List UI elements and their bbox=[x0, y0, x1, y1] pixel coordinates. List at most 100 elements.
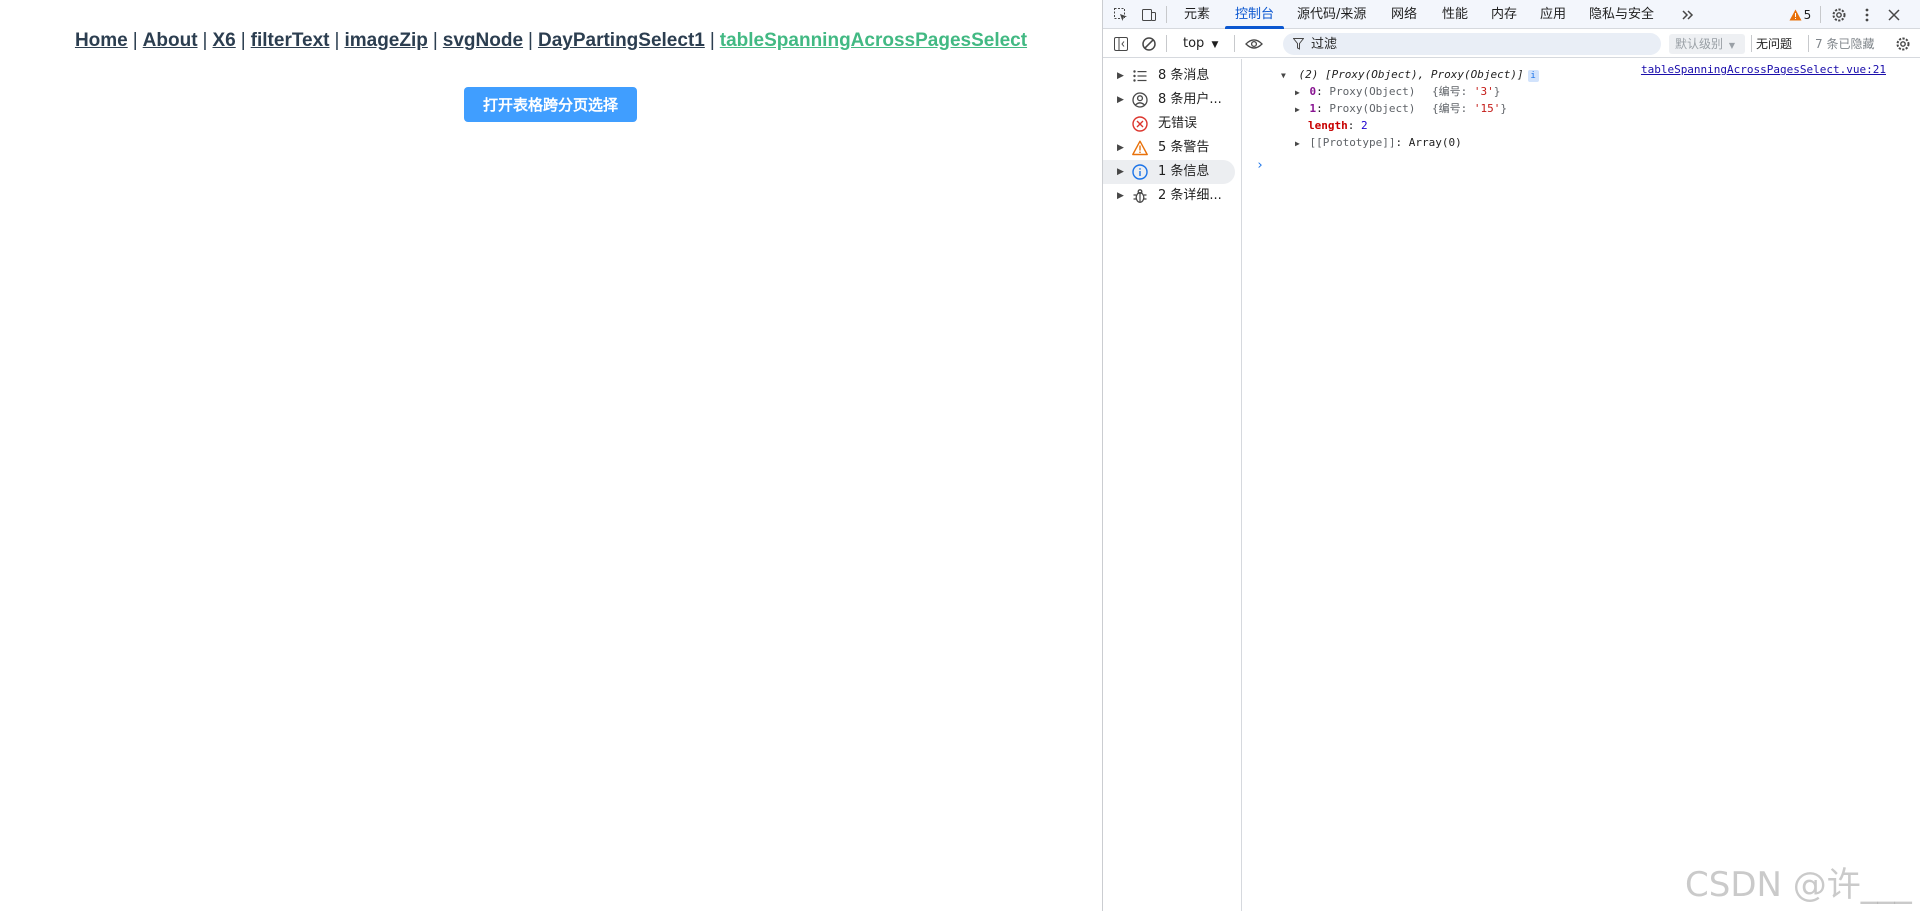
tab-sources[interactable]: 源代码/来源 bbox=[1297, 0, 1366, 29]
chevron-down-icon: ▼ bbox=[1728, 41, 1735, 50]
console-toolbar: top ▼ 默认级别 ▼ 无问题 7 条已隐藏 bbox=[1103, 30, 1920, 58]
warning-icon bbox=[1132, 140, 1148, 156]
nav-separator: | bbox=[709, 30, 715, 51]
sidebar-item-label: 2 条详细... bbox=[1158, 188, 1222, 203]
warning-icon bbox=[1789, 9, 1802, 21]
collapse-arrow-icon[interactable]: ▼ bbox=[1281, 71, 1286, 80]
open-table-select-button[interactable]: 打开表格跨分页选择 bbox=[464, 87, 637, 122]
nav-link-home[interactable]: Home bbox=[75, 30, 128, 51]
tab-console[interactable]: 控制台 bbox=[1224, 0, 1285, 29]
error-icon bbox=[1132, 116, 1148, 132]
expand-arrow-icon[interactable]: ▶ bbox=[1117, 64, 1124, 88]
nav-link-tablespanning[interactable]: tableSpanningAcrossPagesSelect bbox=[720, 30, 1027, 51]
divider bbox=[1166, 35, 1167, 52]
nav-link-filtertext[interactable]: filterText bbox=[251, 30, 330, 51]
tab-privacy-security[interactable]: 隐私与安全 bbox=[1589, 0, 1654, 29]
expand-arrow-icon[interactable]: ▶ bbox=[1117, 136, 1124, 160]
nav-link-daypartingselect1[interactable]: DayPartingSelect1 bbox=[538, 30, 705, 51]
preview-key: 编号 bbox=[1438, 102, 1461, 115]
sidebar-item-label: 8 条用户... bbox=[1158, 92, 1222, 107]
warning-count: 5 bbox=[1803, 8, 1812, 22]
sidebar-item-user-messages[interactable]: ▶ 8 条用户... bbox=[1103, 88, 1235, 112]
issues-button[interactable]: 无问题 bbox=[1756, 34, 1792, 54]
sidebar-item-warnings[interactable]: ▶ 5 条警告 bbox=[1103, 136, 1235, 160]
warnings-counter[interactable]: 5 bbox=[1785, 5, 1815, 25]
preview-value: '3' bbox=[1473, 85, 1494, 98]
length-value: 2 bbox=[1361, 119, 1368, 132]
hidden-messages-count: 7 条已隐藏 bbox=[1815, 37, 1875, 51]
sidebar-item-messages[interactable]: ▶ 8 条消息 bbox=[1103, 64, 1235, 88]
log-entry-array[interactable]: ▼ (2) [Proxy(Object), Proxy(Object)] i bbox=[1281, 66, 1539, 84]
sidebar-item-label: 8 条消息 bbox=[1158, 68, 1210, 83]
length-key: length bbox=[1308, 119, 1348, 132]
console-settings-icon[interactable] bbox=[1893, 34, 1913, 54]
array-prototype[interactable]: ▶ [[Prototype]]: Array(0) bbox=[1295, 134, 1462, 152]
array-item-0[interactable]: ▶ 0: Proxy(Object) {编号: '3'} bbox=[1295, 83, 1500, 101]
tab-network[interactable]: 网络 bbox=[1391, 0, 1417, 29]
bug-icon bbox=[1133, 189, 1147, 203]
nav-separator: | bbox=[202, 30, 208, 51]
info-badge-icon[interactable]: i bbox=[1527, 70, 1539, 82]
tab-memory[interactable]: 内存 bbox=[1491, 0, 1517, 29]
live-expression-eye-icon[interactable] bbox=[1244, 34, 1264, 54]
sidebar-item-label: 无错误 bbox=[1158, 116, 1198, 131]
nav-separator: | bbox=[240, 30, 246, 51]
preview-value: '15' bbox=[1473, 102, 1501, 115]
console-sidebar: ▶ 8 条消息 ▶ 8 条用户... 无错误 ▶ 5 条警告 ▶ 1 条信息 ▶… bbox=[1103, 59, 1242, 911]
divider bbox=[1166, 6, 1167, 23]
expand-arrow-icon[interactable]: ▶ bbox=[1117, 184, 1124, 208]
nav-link-about[interactable]: About bbox=[143, 30, 198, 51]
filter-input[interactable] bbox=[1311, 33, 1651, 55]
prototype-value: Array(0) bbox=[1408, 136, 1462, 149]
device-toolbar-icon[interactable] bbox=[1139, 5, 1159, 25]
nav-separator: | bbox=[132, 30, 138, 51]
expand-arrow-icon[interactable]: ▶ bbox=[1117, 160, 1124, 184]
console-output: tableSpanningAcrossPagesSelect.vue:21 ▼ … bbox=[1243, 59, 1920, 911]
divider bbox=[1820, 6, 1821, 23]
array-length: length: 2 bbox=[1308, 119, 1368, 132]
sidebar-toggle-icon[interactable] bbox=[1111, 34, 1131, 54]
divider bbox=[1808, 35, 1809, 52]
divider bbox=[1751, 35, 1752, 52]
context-value: top bbox=[1183, 36, 1205, 51]
array-item-1[interactable]: ▶ 1: Proxy(Object) {编号: '15'} bbox=[1295, 100, 1507, 118]
sidebar-item-verbose[interactable]: ▶ 2 条详细... bbox=[1103, 184, 1235, 208]
sidebar-item-errors[interactable]: 无错误 bbox=[1103, 112, 1235, 136]
expand-arrow-icon[interactable]: ▶ bbox=[1295, 105, 1300, 114]
clear-console-icon[interactable] bbox=[1139, 34, 1159, 54]
list-icon bbox=[1133, 70, 1147, 82]
nav-link-svgnode[interactable]: svgNode bbox=[443, 30, 523, 51]
context-select[interactable]: top ▼ bbox=[1183, 34, 1218, 54]
sidebar-item-info[interactable]: ▶ 1 条信息 bbox=[1103, 160, 1235, 184]
tab-performance[interactable]: 性能 bbox=[1442, 0, 1468, 29]
log-levels-select[interactable]: 默认级别 ▼ bbox=[1669, 34, 1745, 54]
expand-arrow-icon[interactable]: ▶ bbox=[1295, 88, 1300, 97]
expand-arrow-icon[interactable]: ▶ bbox=[1117, 88, 1124, 112]
sidebar-item-label: 5 条警告 bbox=[1158, 140, 1210, 155]
watermark: CSDN @许___ bbox=[1685, 865, 1912, 905]
more-tabs-icon[interactable] bbox=[1677, 5, 1697, 25]
tab-application[interactable]: 应用 bbox=[1540, 0, 1566, 29]
settings-icon[interactable] bbox=[1829, 5, 1849, 25]
console-prompt[interactable]: › bbox=[1256, 157, 1264, 174]
prototype-key: [[Prototype]] bbox=[1309, 136, 1396, 149]
sidebar-item-label: 1 条信息 bbox=[1158, 164, 1210, 179]
nav-separator: | bbox=[432, 30, 438, 51]
user-icon bbox=[1132, 92, 1148, 108]
close-devtools-icon[interactable] bbox=[1884, 5, 1904, 25]
nav-separator: | bbox=[334, 30, 340, 51]
console-filter[interactable] bbox=[1283, 33, 1661, 55]
nav-link-imagezip[interactable]: imageZip bbox=[344, 30, 427, 51]
expand-arrow-icon[interactable]: ▶ bbox=[1295, 139, 1300, 148]
nav-link-x6[interactable]: X6 bbox=[212, 30, 235, 51]
array-summary: (2) [Proxy(Object), Proxy(Object)] bbox=[1298, 68, 1524, 81]
preview-key: 编号 bbox=[1438, 85, 1461, 98]
source-link[interactable]: tableSpanningAcrossPagesSelect.vue:21 bbox=[1641, 63, 1886, 76]
more-options-icon[interactable] bbox=[1857, 5, 1877, 25]
log-levels-label: 默认级别 bbox=[1675, 37, 1724, 51]
tab-elements[interactable]: 元素 bbox=[1184, 0, 1210, 29]
chevron-down-icon: ▼ bbox=[1211, 40, 1219, 50]
devtools-tab-bar: 元素 控制台 源代码/来源 网络 性能 内存 应用 隐私与安全 5 bbox=[1103, 0, 1920, 29]
info-icon bbox=[1132, 164, 1148, 180]
inspect-element-icon[interactable] bbox=[1111, 5, 1131, 25]
